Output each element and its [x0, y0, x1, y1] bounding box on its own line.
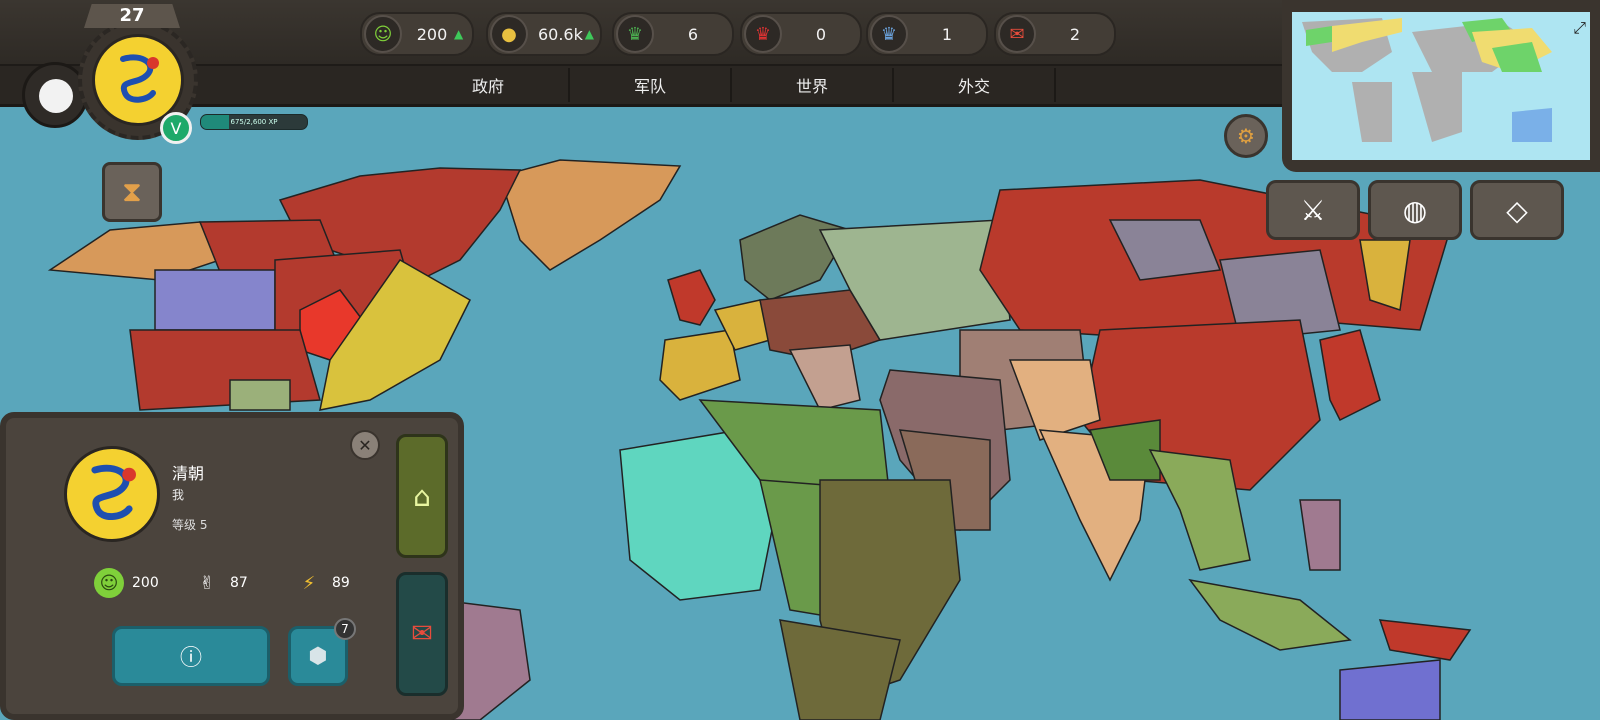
- letters-value: 2: [1069, 24, 1081, 44]
- settings-button[interactable]: ⚙: [1224, 114, 1268, 158]
- stat-manpower: ✌ 87: [192, 568, 248, 598]
- sword-icon: ⚔: [1300, 193, 1326, 227]
- stat-energy-value: 89: [332, 575, 350, 591]
- diamond-icon: ◇: [1506, 193, 1528, 227]
- world-button[interactable]: ◍: [1368, 180, 1462, 240]
- blue-crown-value: 1: [941, 24, 953, 44]
- hourglass-icon: ⧗: [122, 175, 142, 208]
- xp-text: 675/2,600 XP: [230, 118, 278, 126]
- gold-value: 60.6k: [537, 24, 583, 44]
- country-flag-icon: [64, 446, 160, 542]
- gold-coins-icon: ●: [490, 15, 528, 53]
- minimap[interactable]: ⤢: [1282, 0, 1600, 172]
- happiness-value: 200: [416, 24, 448, 44]
- globe-icon: ◍: [1402, 193, 1428, 227]
- player-level-badge: 27: [84, 4, 180, 28]
- tab-diplomacy[interactable]: 外交: [894, 68, 1056, 102]
- cube-icon: ⬢: [308, 643, 328, 669]
- country-subtitle: 我: [172, 488, 185, 502]
- tab-army[interactable]: 军队: [570, 68, 732, 102]
- diplomacy-mail-button[interactable]: ✉: [396, 572, 448, 696]
- resource-happiness[interactable]: ☺ 200 ▲: [360, 12, 474, 56]
- stat-manpower-value: 87: [230, 575, 248, 591]
- region-usa: [129, 329, 321, 411]
- resource-green-crown[interactable]: ♛ 6: [612, 12, 734, 56]
- happiness-icon: ☺: [364, 15, 402, 53]
- region-canada-purple: [154, 269, 276, 331]
- letter-icon: ✉: [998, 15, 1036, 53]
- energy-icon: ⚡: [302, 572, 316, 594]
- xp-bar: 675/2,600 XP: [200, 114, 308, 130]
- resource-gold[interactable]: ● 60.6k ▲: [486, 12, 602, 56]
- army-button[interactable]: ⚔: [1266, 180, 1360, 240]
- region-australia: [1339, 659, 1441, 720]
- manpower-icon: ✌: [199, 572, 215, 594]
- close-button[interactable]: ✕: [350, 430, 380, 460]
- tab-world[interactable]: 世界: [732, 68, 894, 102]
- green-crown-value: 6: [687, 24, 699, 44]
- joystick-knob[interactable]: [39, 79, 73, 113]
- happiness-icon: ☺: [94, 568, 124, 598]
- country-name: 清朝: [172, 464, 205, 483]
- resource-red-crown[interactable]: ♛ 0: [740, 12, 862, 56]
- hourglass-button[interactable]: ⧗: [102, 162, 162, 222]
- stat-happiness: ☺ 200: [94, 568, 159, 598]
- resource-letters[interactable]: ✉ 2: [994, 12, 1116, 56]
- country-info-panel: 清朝 我 等级 5 ☺ 200 ✌ 87 ⚡ 89 ✕ ⌂ ✉ ⓘ ⬢ 7: [0, 412, 464, 720]
- info-icon: ⓘ: [179, 646, 202, 671]
- red-crown-icon: ♛: [744, 15, 782, 53]
- red-crown-value: 0: [815, 24, 827, 44]
- blue-crown-icon: ♛: [870, 15, 908, 53]
- rank-badge[interactable]: V: [160, 112, 192, 144]
- green-crown-icon: ♛: [616, 15, 654, 53]
- gear-icon: ⚙: [1237, 124, 1255, 148]
- trend-up-icon: ▲: [584, 27, 594, 41]
- resource-blue-crown[interactable]: ♛ 1: [866, 12, 988, 56]
- info-button[interactable]: ⓘ: [112, 626, 270, 686]
- letter-icon: ✉: [411, 619, 433, 649]
- expand-icon[interactable]: ⤢: [1573, 18, 1586, 38]
- minimap-view[interactable]: [1292, 12, 1590, 160]
- country-level: 等级 5: [172, 518, 208, 532]
- cube-count-badge: 7: [334, 618, 356, 640]
- stat-happiness-value: 200: [132, 575, 159, 591]
- tab-government[interactable]: 政府: [408, 68, 570, 102]
- home-icon: ⌂: [413, 479, 431, 513]
- region-usa-green: [229, 379, 291, 411]
- home-button[interactable]: ⌂: [396, 434, 448, 558]
- stat-energy: ⚡ 89: [294, 568, 350, 598]
- trend-up-icon: ▲: [454, 27, 464, 41]
- shop-button[interactable]: ◇: [1470, 180, 1564, 240]
